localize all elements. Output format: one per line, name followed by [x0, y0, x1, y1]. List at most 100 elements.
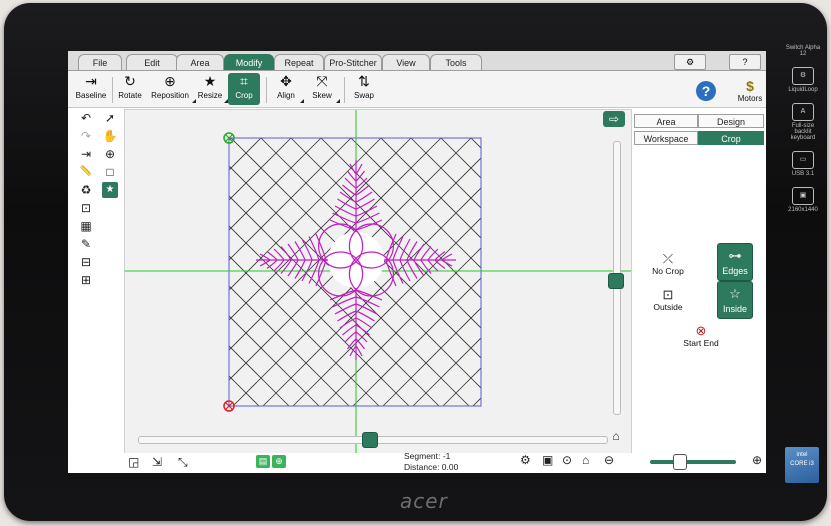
outside-option[interactable]: ⊡ Outside [648, 287, 688, 312]
resize-icon: ★ [203, 73, 217, 89]
arrow-right-icon: ⇨ [608, 112, 620, 126]
hatch-line [442, 367, 481, 406]
multi-arrow-icon[interactable]: ⤡ [178, 455, 188, 469]
measure-icon[interactable]: ⚙ [520, 453, 531, 467]
hatch-line [229, 195, 440, 406]
hatch-line [229, 138, 322, 231]
edges-button[interactable]: ⊶ Edges [717, 243, 753, 281]
tab-design-panel[interactable]: Design [698, 114, 764, 128]
rotate-button[interactable]: ↻ Rotate [116, 73, 144, 105]
hatch-line [229, 315, 320, 406]
design-canvas[interactable] [124, 109, 632, 456]
zoom-in-icon[interactable]: ⊕ [102, 146, 118, 162]
app-screen: File Edit Area Modify Repeat Pro-Stitche… [68, 51, 766, 473]
redo-icon[interactable]: ↷ [78, 128, 94, 144]
lock-icon[interactable]: ⊟ [78, 254, 94, 270]
distance-readout: Distance: 0.00 [404, 462, 459, 472]
tab-tools[interactable]: Tools [430, 54, 482, 70]
hatch-line [410, 138, 481, 209]
home-view-button[interactable]: ⌂ [608, 429, 624, 443]
reposition-icon: ⊕ [164, 73, 176, 89]
intel-badge: intel CORE i3 [785, 447, 819, 483]
home-icon: ⌂ [612, 429, 620, 443]
tab-view[interactable]: View [382, 54, 430, 70]
inside-button[interactable]: ☆ Inside [717, 281, 753, 319]
zoom-slider-thumb[interactable] [673, 454, 687, 470]
motors-button[interactable]: $ Motors [734, 78, 766, 103]
pointer-icon[interactable]: ➚ [102, 110, 118, 126]
vertical-scroll-thumb[interactable] [608, 273, 624, 289]
hatch-line [229, 375, 260, 406]
tab-area-panel[interactable]: Area [634, 114, 698, 128]
cpu-icon: ⚙ [792, 67, 814, 85]
tab-file[interactable]: File [78, 54, 122, 70]
crosshair-view-button[interactable]: ⊕ [272, 455, 286, 468]
hatch-line [621, 138, 631, 406]
undo-icon[interactable]: ↶ [78, 110, 94, 126]
hatch-line [125, 138, 171, 406]
settings-button[interactable]: ⚙ [674, 54, 706, 70]
pattern-icon[interactable]: ♻ [78, 182, 94, 198]
start-end-option[interactable]: ⊗ Start End [676, 323, 726, 348]
zoom-one-to-one-icon[interactable]: ⊙ [562, 453, 572, 467]
panel-toggle-button[interactable]: ⇨ [603, 111, 625, 127]
align-button[interactable]: ✥ Align [272, 73, 304, 105]
tab-pro-stitcher[interactable]: Pro-Stitcher [324, 54, 382, 70]
stack-icon[interactable]: ⊞ [78, 272, 94, 288]
info-button[interactable]: ? [729, 54, 761, 70]
node-arrow-icon[interactable]: ⇲ [152, 455, 162, 469]
toolbar-divider [266, 77, 267, 103]
baseline-small-icon[interactable]: ⇥ [78, 146, 94, 162]
menu-bar: File Edit Area Modify Repeat Pro-Stitche… [68, 51, 766, 71]
settings-icon: ⚙ [685, 57, 695, 67]
baseline-button[interactable]: ⇥ Baseline [72, 73, 110, 105]
tab-workspace-panel[interactable]: Workspace [634, 131, 698, 145]
keyboard-icon: A [792, 103, 814, 121]
swap-button[interactable]: ⇅ Swap [350, 73, 378, 105]
tab-modify[interactable]: Modify [224, 54, 274, 70]
zoom-home-icon[interactable]: ⌂ [582, 453, 589, 467]
stitch-view-button[interactable]: ▤ [256, 455, 270, 468]
horizontal-scroll-thumb[interactable] [362, 432, 378, 448]
badge-resolution: ▣ 2160x1440 [783, 187, 823, 213]
hatch-line [440, 138, 481, 179]
pen-icon[interactable]: ✎ [78, 236, 94, 252]
crop-button[interactable]: ⌗ Crop [228, 73, 260, 105]
zoom-out-icon[interactable]: ⊖ [604, 453, 614, 467]
hatch-line [125, 138, 201, 406]
hatch-line [380, 138, 481, 239]
star-select-icon[interactable]: ★ [102, 182, 118, 198]
reposition-button[interactable]: ⊕ Reposition [148, 73, 196, 105]
hatch-line [229, 285, 350, 406]
modify-toolbar: ⇥ Baseline ↻ Rotate ⊕ Reposition ★ Resize ⌗ C… [68, 71, 766, 108]
node-edit-icon[interactable]: ⊡ [78, 200, 94, 216]
grid-icon[interactable]: ▦ [78, 218, 94, 234]
rectangle-icon[interactable]: □ [102, 164, 118, 180]
no-crop-option[interactable]: ⤫ No Crop [648, 251, 688, 276]
tab-repeat[interactable]: Repeat [274, 54, 324, 70]
display-icon: ▣ [792, 187, 814, 205]
tab-crop-panel[interactable]: Crop [698, 131, 764, 145]
ruler-icon[interactable]: 📏 [78, 164, 94, 180]
hatch-line [125, 138, 141, 406]
tab-edit[interactable]: Edit [126, 54, 178, 70]
fit-design-icon[interactable]: ▣ [542, 453, 553, 467]
device-brand-logo: acer [400, 489, 448, 513]
hatch-line [229, 138, 262, 171]
start-end-icon: ⊗ [695, 323, 707, 338]
hand-icon[interactable]: ✋ [102, 128, 118, 144]
resize-button[interactable]: ★ Resize [196, 73, 228, 105]
zoom-slider[interactable] [650, 460, 736, 464]
feather-plume [441, 253, 453, 261]
hatch-line [229, 138, 352, 261]
help-button[interactable]: ? [696, 81, 716, 101]
zoom-in-status-icon[interactable]: ⊕ [752, 453, 762, 467]
inside-star-icon: ☆ [729, 286, 741, 301]
toolbar-divider [344, 77, 345, 103]
skew-button[interactable]: ⤧ Skew [308, 73, 340, 105]
tab-area[interactable]: Area [176, 54, 224, 70]
crop-icon: ⌗ [240, 73, 248, 89]
select-arrow-icon[interactable]: ◲ [128, 455, 139, 469]
badge-model: Switch Alpha 12 [785, 45, 821, 57]
hatch-line [591, 138, 631, 406]
